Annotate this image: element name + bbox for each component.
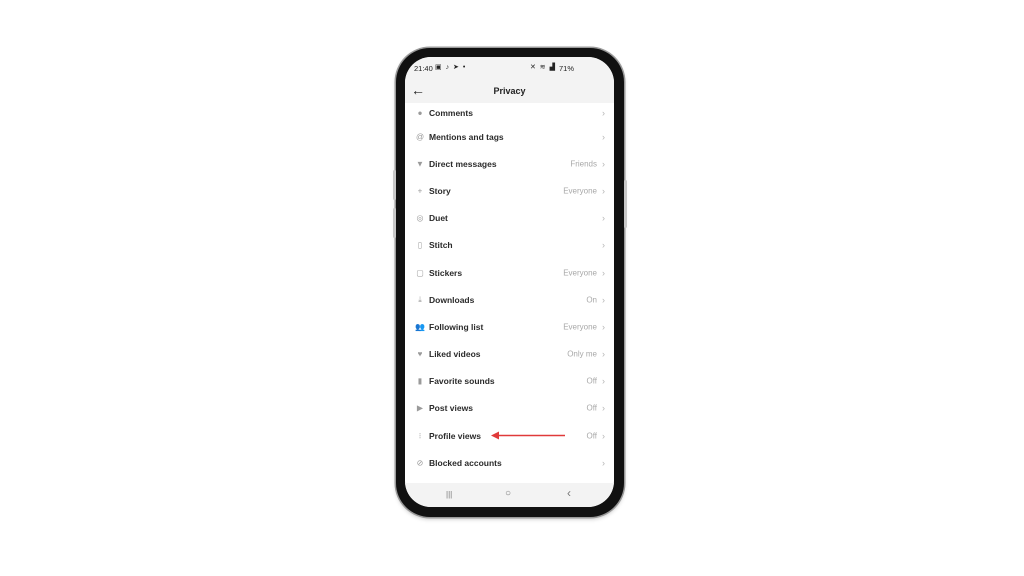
chevron-right-icon: › — [602, 457, 605, 468]
settings-row-blocked-accounts[interactable]: ⊘ Blocked accounts › — [405, 449, 614, 476]
chevron-right-icon: › — [602, 376, 605, 387]
at-icon: @ — [415, 132, 425, 142]
settings-row-downloads[interactable]: ⤓ Downloads On › — [405, 286, 614, 313]
setting-label: Direct messages — [429, 158, 497, 169]
heart-icon: ♥ — [417, 349, 423, 359]
chevron-right-icon: › — [602, 294, 605, 305]
setting-label: Favorite sounds — [429, 376, 495, 387]
sparkle-icon: + — [417, 186, 423, 196]
block-icon: ⊘ — [416, 458, 424, 468]
send-icon: ▼ — [416, 159, 424, 169]
duet-icon: ◎ — [416, 213, 424, 223]
mute-icon: ✕ — [529, 64, 537, 71]
page-title: Privacy — [493, 86, 526, 96]
bixby-button — [393, 208, 396, 238]
recents-button[interactable]: ||| — [446, 490, 452, 499]
stitch-icon: ▯ — [417, 240, 423, 250]
setting-label: Profile views — [429, 430, 481, 441]
settings-row-profile-views[interactable]: ⁝ Profile views Off › — [405, 422, 614, 449]
setting-value: Off — [586, 431, 597, 441]
setting-value: Only me — [567, 349, 597, 359]
battery-level: 71% — [558, 64, 574, 73]
dot-icon: • — [462, 64, 467, 71]
chevron-right-icon: › — [602, 107, 605, 118]
settings-row-stitch[interactable]: ▯ Stitch › — [405, 232, 614, 259]
settings-row-direct-messages[interactable]: ▼ Direct messages Friends › — [405, 150, 614, 177]
page-header: ← Privacy — [405, 79, 614, 103]
back-button[interactable]: ‹ — [567, 486, 571, 500]
chevron-right-icon: › — [602, 185, 605, 196]
setting-label: Duet — [429, 213, 448, 224]
chevron-right-icon: › — [602, 158, 605, 169]
bookmark-icon: ▮ — [417, 376, 423, 386]
chevron-right-icon: › — [602, 131, 605, 142]
users-icon: 👥 — [415, 322, 425, 332]
settings-row-following-list[interactable]: 👥 Following list Everyone › — [405, 313, 614, 340]
footprints-icon: ⁝ — [418, 431, 422, 441]
gallery-icon: ▣ — [435, 64, 443, 71]
setting-value: On — [586, 295, 597, 305]
download-icon: ⤓ — [418, 294, 422, 304]
settings-row-stickers[interactable]: ▢ Stickers Everyone › — [405, 259, 614, 286]
status-time: 21:40 — [414, 64, 433, 73]
settings-row-story[interactable]: + Story Everyone › — [405, 177, 614, 204]
chevron-right-icon: › — [602, 240, 605, 251]
setting-label: Mentions and tags — [429, 131, 504, 142]
setting-value: Everyone — [563, 268, 597, 278]
tiktok-icon: ♪ — [445, 64, 451, 71]
setting-label: Comments — [429, 108, 473, 118]
settings-row-favorite-sounds[interactable]: ▮ Favorite sounds Off › — [405, 368, 614, 395]
chevron-right-icon: › — [602, 430, 605, 441]
wifi-icon: ≋ — [539, 64, 547, 71]
annotation-arrow-icon — [491, 431, 565, 440]
settings-row-duet[interactable]: ◎ Duet › — [405, 205, 614, 232]
notification-icons: ▣ ♪ ➤ • — [435, 63, 466, 71]
chevron-right-icon: › — [602, 267, 605, 278]
setting-label: Downloads — [429, 294, 475, 305]
setting-label: Post views — [429, 403, 473, 414]
setting-label: Liked videos — [429, 349, 481, 360]
comment-icon: ● — [417, 108, 423, 118]
setting-label: Story — [429, 185, 451, 196]
setting-label: Blocked accounts — [429, 457, 502, 468]
settings-row-post-views[interactable]: ▶ Post views Off › — [405, 395, 614, 422]
settings-row-liked-videos[interactable]: ♥ Liked videos Only me › — [405, 341, 614, 368]
volume-button — [393, 170, 396, 200]
settings-row-mentions-and-tags[interactable]: @ Mentions and tags › — [405, 123, 614, 150]
system-icons: ✕ ≋ ▟ — [530, 63, 556, 71]
sticker-icon: ▢ — [416, 268, 424, 278]
home-button[interactable]: ○ — [505, 488, 511, 499]
signal-icon: ▟ — [549, 64, 556, 71]
chevron-right-icon: › — [602, 212, 605, 223]
play-icon: ▶ — [416, 403, 424, 413]
setting-label: Stickers — [429, 267, 463, 278]
setting-label: Stitch — [429, 240, 453, 251]
setting-value: Off — [586, 376, 597, 386]
privacy-settings-list: ● Comments › @ Mentions and tags › ▼ Direct mes… — [405, 103, 614, 476]
setting-value: Friends — [570, 159, 597, 169]
telegram-icon: ➤ — [453, 64, 460, 71]
chevron-right-icon: › — [602, 348, 605, 359]
setting-label: Following list — [429, 321, 484, 332]
phone-screen: 21:40 ▣ ♪ ➤ • ✕ ≋ ▟ 71% ← Privacy ● Comme… — [405, 57, 614, 507]
status-bar: 21:40 ▣ ♪ ➤ • ✕ ≋ ▟ 71% — [405, 57, 614, 79]
chevron-right-icon: › — [602, 403, 605, 414]
setting-value: Off — [586, 403, 597, 413]
setting-value: Everyone — [563, 322, 597, 332]
settings-row-comments[interactable]: ● Comments › — [405, 103, 614, 123]
android-nav-bar: ||| ○ ‹ — [405, 483, 614, 507]
chevron-right-icon: › — [602, 321, 605, 332]
setting-value: Everyone — [563, 186, 597, 196]
power-button — [624, 180, 627, 228]
